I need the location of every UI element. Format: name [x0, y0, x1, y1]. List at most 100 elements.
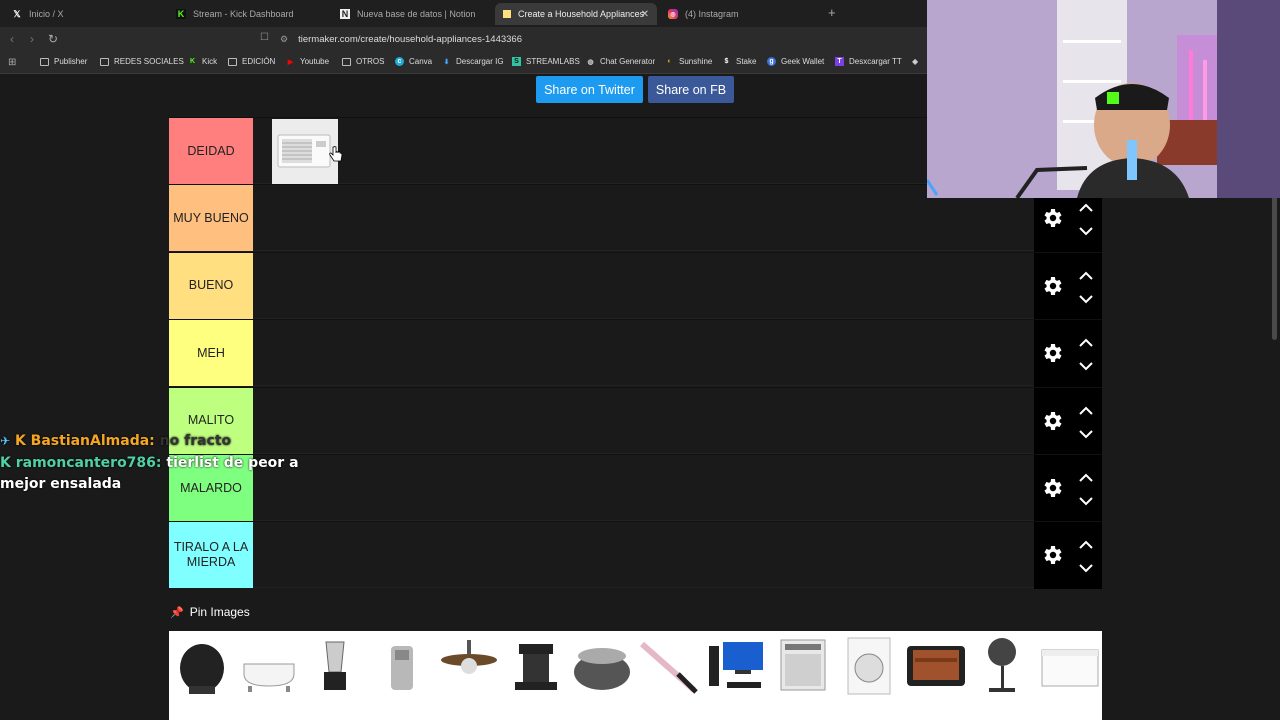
gear-icon[interactable]: [1040, 274, 1064, 298]
tier-drop-zone[interactable]: [253, 522, 1034, 589]
tier-label[interactable]: TIRALO A LA MIERDA: [169, 522, 253, 589]
chat-message-1: ✈ K BastianAlmada: no fracto: [0, 433, 231, 449]
share-fb-button[interactable]: Share on FB: [648, 76, 734, 103]
bookmark-canva[interactable]: c Canva: [395, 57, 432, 66]
air-conditioner-item[interactable]: [272, 119, 343, 185]
reload-icon[interactable]: ↻: [48, 32, 58, 46]
tab-tiermaker[interactable]: Create a Household Appliances ✕: [495, 3, 657, 25]
tier-drop-zone[interactable]: [253, 387, 1034, 454]
tier-label[interactable]: MUY BUENO: [169, 185, 253, 252]
tier-row: MALARDO: [169, 454, 1102, 522]
tier-drop-zone[interactable]: [253, 455, 1034, 521]
chest-freezer-item[interactable]: [1038, 634, 1100, 696]
bookmark-label: Chat Generator: [600, 57, 656, 66]
bookmark-page-icon[interactable]: ☐: [260, 32, 269, 43]
new-tab-button[interactable]: +: [828, 5, 836, 20]
bookmark-label: Youtube: [300, 57, 330, 66]
move-down-icon[interactable]: [1078, 429, 1094, 439]
site-info-icon[interactable]: ⚙: [280, 34, 288, 45]
tier-label[interactable]: MEH: [169, 320, 253, 387]
gear-icon[interactable]: [1040, 341, 1064, 365]
tab-label: Stream - Kick Dashboard: [193, 9, 294, 19]
tier-row: MALITO: [169, 386, 1102, 455]
share-twitter-button[interactable]: Share on Twitter: [536, 76, 643, 103]
webcam-feed-image: [927, 0, 1280, 198]
move-up-icon[interactable]: [1078, 271, 1094, 281]
gear-icon[interactable]: [1040, 409, 1064, 433]
url-field[interactable]: ⚙ tiermaker.com/create/household-applian…: [280, 30, 925, 49]
bookmark-otros[interactable]: OTROS: [342, 57, 384, 66]
ceiling-fan-item[interactable]: [438, 634, 500, 696]
move-down-icon[interactable]: [1078, 226, 1094, 236]
move-up-icon[interactable]: [1078, 473, 1094, 483]
griddle-item[interactable]: [905, 634, 967, 696]
tab-instagram[interactable]: ◎ (4) Instagram: [660, 3, 820, 25]
bookmark-streamlabs[interactable]: S STREAMLABS: [512, 57, 580, 66]
pin-images-toggle[interactable]: 📌 Pin Images: [170, 605, 250, 619]
back-icon[interactable]: ‹: [10, 32, 14, 46]
kick-logo-icon: K: [176, 9, 186, 19]
bookmark-kick[interactable]: K Kick: [188, 57, 217, 66]
coffee-maker-item[interactable]: [505, 634, 567, 696]
move-up-icon[interactable]: [1078, 203, 1094, 213]
move-down-icon[interactable]: [1078, 294, 1094, 304]
youtube-icon: ▶: [287, 58, 294, 66]
tier-drop-zone[interactable]: [253, 118, 1034, 185]
move-up-icon[interactable]: [1078, 406, 1094, 416]
gear-icon[interactable]: [1040, 206, 1064, 230]
tab-notion[interactable]: N Nueva base de datos | Notion: [332, 3, 492, 25]
bookmark-youtube[interactable]: ▶ Youtube: [286, 57, 329, 66]
move-down-icon[interactable]: [1078, 496, 1094, 506]
forward-icon[interactable]: ›: [30, 32, 34, 46]
washing-machine-item[interactable]: [838, 634, 900, 696]
tier-drop-zone[interactable]: [253, 320, 1034, 387]
tier-drop-zone[interactable]: [253, 252, 1034, 319]
tab-kick[interactable]: K Stream - Kick Dashboard: [168, 3, 328, 25]
desktop-pc-item[interactable]: [705, 634, 767, 696]
tiermaker-icon: [503, 10, 511, 18]
close-tab-icon[interactable]: ✕: [641, 9, 649, 20]
bookmark-chat-generator[interactable]: ◍ Chat Generator: [586, 57, 655, 66]
bookmark-descargar-ig[interactable]: ⬇ Descargar IG: [442, 57, 504, 66]
bookmark-stake[interactable]: $ Stake: [722, 57, 757, 66]
pin-images-label: Pin Images: [189, 605, 250, 619]
apps-icon[interactable]: ⊞: [8, 57, 16, 68]
chat-message-2-continuation: mejor ensalada: [0, 476, 122, 492]
standing-fan-item[interactable]: [971, 634, 1033, 696]
bookmark-geek-wallet[interactable]: g Geek Wallet: [767, 57, 824, 66]
canva-icon: c: [395, 57, 404, 66]
tier-controls: [1034, 387, 1102, 455]
move-down-icon[interactable]: [1078, 563, 1094, 573]
bookmark-sunshine[interactable]: ◐ Sunshine: [665, 57, 712, 66]
bookmark-label: EDICIÓN: [242, 57, 276, 66]
instagram-icon: ◎: [668, 9, 678, 19]
folder-icon: [228, 57, 237, 66]
bookmark-edicion[interactable]: EDICIÓN: [228, 57, 275, 66]
air-fryer-item[interactable]: [171, 634, 233, 696]
gear-icon[interactable]: [1040, 543, 1064, 567]
streamlabs-icon: S: [512, 57, 521, 66]
move-up-icon[interactable]: [1078, 338, 1094, 348]
can-opener-item[interactable]: [371, 634, 433, 696]
blender-item[interactable]: [304, 634, 366, 696]
curling-iron-item[interactable]: [638, 634, 700, 696]
stake-icon: $: [724, 58, 729, 65]
tiktok-icon: T: [835, 57, 844, 66]
kick-logo-icon: K: [189, 58, 196, 65]
dishwasher-item[interactable]: [771, 634, 833, 696]
tier-drop-zone[interactable]: [253, 185, 1034, 252]
move-up-icon[interactable]: [1078, 540, 1094, 550]
tier-label[interactable]: DEIDAD: [169, 118, 253, 184]
bookmark-publisher[interactable]: Publisher: [40, 57, 87, 66]
bookmark-label: Descargar IG: [456, 57, 504, 66]
bookmark-redes[interactable]: REDES SOCIALES: [100, 57, 184, 66]
bathtub-item[interactable]: [238, 634, 300, 696]
slow-cooker-item[interactable]: [571, 634, 633, 696]
bookmark-desxcargar-tt[interactable]: T Desxcargar TT: [835, 57, 902, 66]
pushpin-icon: 📌: [170, 606, 184, 619]
tier-label[interactable]: BUENO: [169, 252, 253, 319]
gear-icon[interactable]: [1040, 476, 1064, 500]
tab-x[interactable]: 𝕏 Inicio / X: [4, 3, 164, 25]
move-down-icon[interactable]: [1078, 361, 1094, 371]
more-bookmarks-icon[interactable]: ◆: [912, 57, 918, 66]
